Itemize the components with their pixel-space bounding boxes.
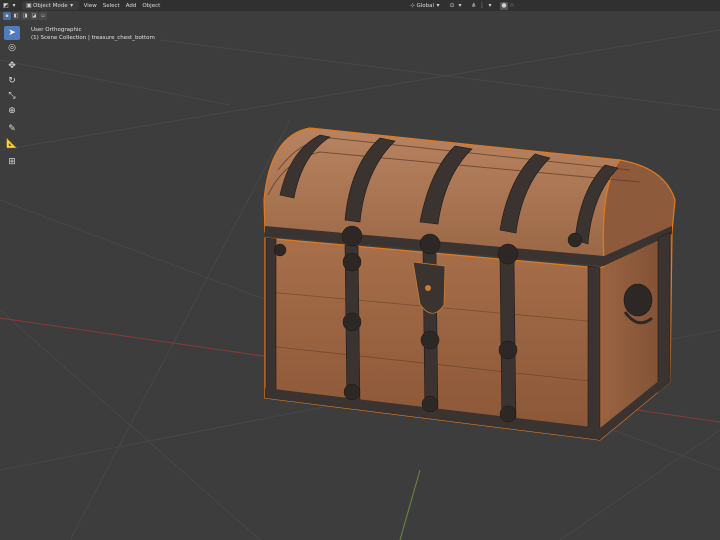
pivot-icon: ⊙ — [449, 2, 455, 9]
cursor-arrow-icon: ➤ — [8, 28, 16, 38]
select-intersect-icon: ▫ — [41, 13, 45, 19]
select-extend-icon: ◧ — [13, 13, 19, 19]
pivot-point-button[interactable]: ⊙ ▾ — [446, 1, 466, 10]
tool-shelf: ➤ ◎ ✥ ↻ ⤡ ⊕ ✎ 📐 ⊞ — [4, 26, 21, 169]
menu-add[interactable]: Add — [123, 3, 140, 9]
header-right-controls: ⊹ Global ▾ ⊙ ▾ ⋔ ⋮ ▾ ● ∩ — [406, 1, 520, 10]
tool-select-box[interactable]: ➤ — [4, 26, 20, 40]
menu-object[interactable]: Object — [139, 3, 163, 9]
viewport-info-overlay: User Orthographic (1) Scene Collection |… — [31, 26, 155, 42]
annotate-icon: ✎ — [8, 124, 16, 134]
selection-mode-buttons: ▪ ◧ ◨ ◪ ▫ — [3, 12, 47, 21]
select-subtract-icon: ◨ — [22, 13, 28, 19]
3d-viewport[interactable] — [0, 0, 720, 540]
select-new-button[interactable]: ▪ — [3, 12, 11, 20]
transform-icon: ⊕ — [8, 106, 16, 116]
orientation-label: Global — [416, 2, 434, 9]
chevron-down-icon: ▾ — [458, 2, 462, 9]
falloff-icon: ∩ — [509, 2, 515, 9]
treasure-chest-model[interactable] — [263, 127, 676, 442]
rotate-icon: ↻ — [8, 76, 16, 86]
mode-dropdown[interactable]: ▣ Object Mode ▾ — [22, 1, 79, 10]
collection-info: (1) Scene Collection | treasure_chest_bo… — [31, 35, 155, 41]
select-invert-button[interactable]: ◪ — [30, 12, 38, 20]
y-axis-line — [399, 469, 421, 540]
tool-transform[interactable]: ⊕ — [4, 104, 20, 118]
chevron-down-icon: ▾ — [488, 2, 492, 9]
chevron-down-icon: ▾ — [12, 2, 16, 9]
select-intersect-button[interactable]: ▫ — [39, 12, 47, 20]
select-invert-icon: ◪ — [31, 13, 37, 19]
tool-annotate[interactable]: ✎ — [4, 122, 20, 136]
view-name: User Orthographic — [31, 27, 82, 33]
object-mode-icon: ▣ — [26, 2, 32, 9]
menu-view[interactable]: View — [81, 3, 100, 9]
tool-scale[interactable]: ⤡ — [4, 89, 20, 103]
chevron-down-icon: ▾ — [70, 2, 74, 9]
move-icon: ✥ — [8, 61, 16, 71]
measure-icon: 📐 — [6, 139, 18, 149]
proportional-edit-button[interactable]: ● ∩ — [498, 1, 518, 10]
editor-type-button[interactable]: ◩ ▾ — [0, 1, 20, 10]
select-subtract-button[interactable]: ◨ — [21, 12, 29, 20]
magnet-icon: ⋔ — [471, 2, 477, 9]
tool-measure[interactable]: 📐 — [4, 137, 20, 151]
tool-move[interactable]: ✥ — [4, 59, 20, 73]
menu-select[interactable]: Select — [100, 3, 123, 9]
grid-snap-icon: ⋮ — [479, 2, 485, 9]
tool-add-cube[interactable]: ⊞ — [4, 155, 20, 169]
select-extend-button[interactable]: ◧ — [12, 12, 20, 20]
viewport-header: ◩ ▾ ▣ Object Mode ▾ View Select Add Obje… — [0, 0, 720, 11]
mode-label: Object Mode — [33, 2, 68, 9]
chevron-down-icon: ▾ — [436, 2, 440, 9]
tool-rotate[interactable]: ↻ — [4, 74, 20, 88]
snap-button[interactable]: ⋔ ⋮ ▾ — [468, 1, 496, 10]
tool-cursor[interactable]: ◎ — [4, 41, 20, 55]
orientation-icon: ⊹ — [409, 2, 415, 9]
select-new-icon: ▪ — [5, 13, 9, 19]
3d-cursor-icon: ◎ — [8, 43, 16, 53]
editor-type-icon: ◩ — [3, 2, 9, 9]
scale-icon: ⤡ — [8, 91, 16, 101]
add-cube-icon: ⊞ — [8, 157, 16, 167]
transform-orientation-dropdown[interactable]: ⊹ Global ▾ — [406, 1, 444, 10]
proportional-edit-icon: ● — [500, 1, 508, 10]
